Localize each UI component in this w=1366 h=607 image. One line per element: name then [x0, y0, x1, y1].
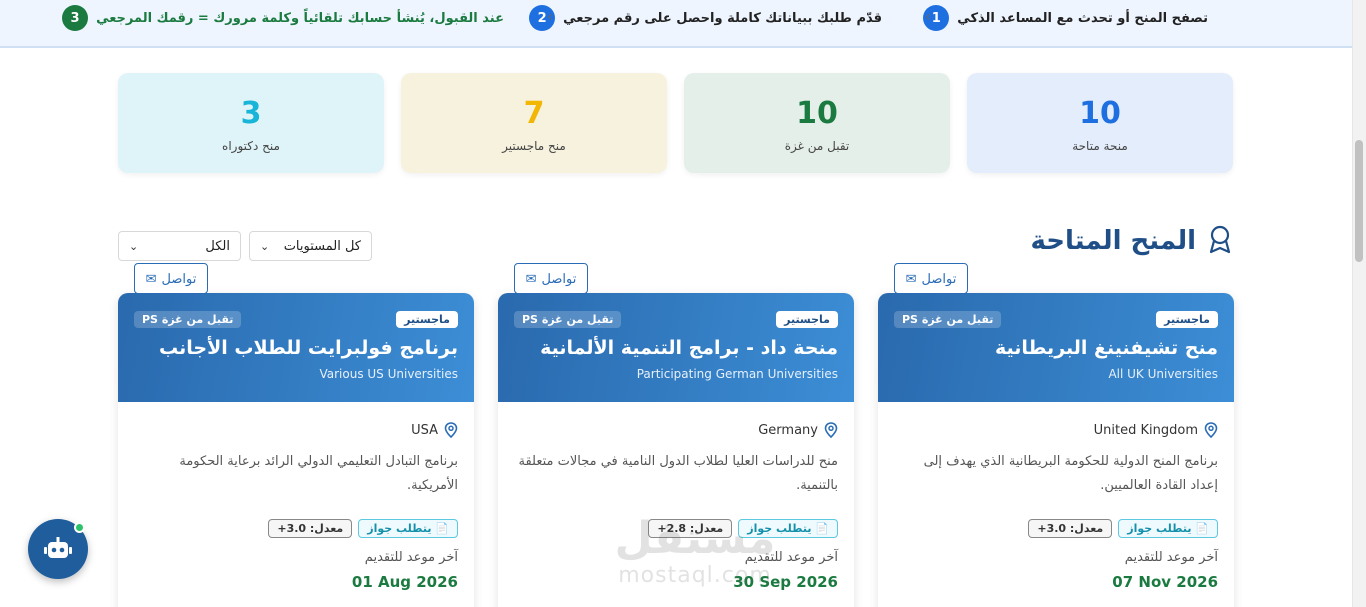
card-header: ماجستير PS تقبل من غزة منح تشيفنينغ البر…: [878, 293, 1234, 402]
deadline-label: آخر موعد للتقديم: [364, 550, 458, 565]
award-icon: [1206, 224, 1234, 258]
scholarship-card[interactable]: ماجستير PS تقبل من غزة منحة داد - برامج …: [498, 293, 854, 607]
deadline-date: 01 Aug 2026: [351, 573, 458, 591]
chevron-down-icon: ⌄: [129, 239, 139, 253]
scholarship-card[interactable]: ماجستير PS تقبل من غزة برنامج فولبرايت ل…: [118, 293, 474, 607]
step-text: عند القبول، يُنشأ حسابك تلقائياً وكلمة م…: [96, 10, 504, 26]
card-description: برنامج التبادل التعليمي الدولي الرائد بر…: [179, 454, 458, 493]
deadline-date: 07 Nov 2026: [1112, 573, 1218, 591]
card-country: United Kingdom: [1094, 422, 1218, 438]
chevron-down-icon: ⌄: [260, 239, 270, 253]
card-tags: 📄 يتطلب جواز معدل: 3.0+: [268, 519, 458, 538]
contact-button[interactable]: ✉ تواصل: [894, 263, 968, 294]
stat-available: 10 منحة متاحة: [967, 73, 1233, 173]
steps-bar: 1 تصفح المنح أو تحدث مع المساعد الذكي ‹ …: [0, 0, 1352, 48]
passport-tag: 📄 يتطلب جواز: [738, 519, 838, 538]
category-filter-select[interactable]: الكل ⌄: [118, 231, 241, 261]
stat-gaza: 10 تقبل من غزة: [684, 73, 950, 173]
card-title: برنامج فولبرايت للطلاب الأجانب: [159, 337, 458, 359]
stat-label: تقبل من غزة: [784, 139, 850, 153]
robot-icon: [44, 537, 72, 558]
step-text: تصفح المنح أو تحدث مع المساعد الذكي: [957, 10, 1208, 26]
card-country: Germany: [758, 422, 838, 438]
gpa-tag: معدل: 3.0+: [1028, 519, 1113, 538]
step-1: 1 تصفح المنح أو تحدث مع المساعد الذكي: [923, 5, 1208, 31]
mail-icon: ✉: [145, 270, 157, 286]
chevron-left-icon: ‹: [547, 9, 553, 25]
category-filter-value: الكل: [205, 238, 230, 254]
card-country: USA: [411, 422, 458, 438]
stat-masters: 7 منح ماجستير: [401, 73, 667, 173]
card-subtitle: Various US Universities: [319, 367, 458, 381]
chevron-left-icon: ‹: [925, 9, 931, 25]
stat-value: 7: [523, 96, 545, 131]
step-text: قدّم طلبك ببياناتك كاملة واحصل على رقم م…: [563, 10, 882, 26]
card-header: ماجستير PS تقبل من غزة برنامج فولبرايت ل…: [118, 293, 474, 402]
location-pin-icon: [824, 422, 838, 438]
deadline-label: آخر موعد للتقديم: [1124, 550, 1218, 565]
gaza-badge: PS تقبل من غزة: [134, 311, 242, 328]
card-subtitle: Participating German Universities: [636, 367, 838, 381]
gpa-tag: معدل: 2.8+: [648, 519, 733, 538]
chatbot-button[interactable]: [28, 519, 88, 579]
mail-icon: ✉: [905, 270, 917, 286]
contact-button[interactable]: ✉ تواصل: [514, 263, 588, 294]
stat-value: 10: [796, 96, 838, 131]
level-badge: ماجستير: [776, 311, 838, 328]
page-scrollbar[interactable]: [1352, 0, 1366, 607]
online-status-dot: [74, 522, 85, 533]
mail-icon: ✉: [525, 270, 537, 286]
step-2: 2 قدّم طلبك ببياناتك كاملة واحصل على رقم…: [529, 5, 882, 31]
passport-tag: 📄 يتطلب جواز: [1118, 519, 1218, 538]
level-badge: ماجستير: [1156, 311, 1218, 328]
location-pin-icon: [444, 422, 458, 438]
stat-label: منح ماجستير: [502, 139, 566, 153]
level-filter-value: كل المستويات: [283, 238, 361, 254]
card-title: منحة داد - برامج التنمية الألمانية: [540, 337, 838, 359]
step-3: 3 عند القبول، يُنشأ حسابك تلقائياً وكلمة…: [62, 5, 504, 31]
level-filter-select[interactable]: كل المستويات ⌄: [249, 231, 372, 261]
location-pin-icon: [1204, 422, 1218, 438]
gaza-badge: PS تقبل من غزة: [894, 311, 1002, 328]
stat-value: 3: [240, 96, 262, 131]
page-title: المنح المتاحة: [1030, 226, 1197, 256]
passport-tag: 📄 يتطلب جواز: [358, 519, 458, 538]
card-tags: 📄 يتطلب جواز معدل: 2.8+: [648, 519, 838, 538]
stat-label: منحة متاحة: [1072, 139, 1128, 153]
card-title: منح تشيفنينغ البريطانية: [995, 337, 1218, 359]
card-description: منح للدراسات العليا لطلاب الدول النامية …: [518, 454, 838, 493]
deadline-label: آخر موعد للتقديم: [744, 550, 838, 565]
stat-phd: 3 منح دكتوراه: [118, 73, 384, 173]
stat-label: منح دكتوراه: [222, 139, 280, 153]
scrollbar-thumb[interactable]: [1355, 140, 1363, 262]
gpa-tag: معدل: 3.0+: [268, 519, 353, 538]
card-tags: 📄 يتطلب جواز معدل: 3.0+: [1028, 519, 1218, 538]
card-description: برنامج المنح الدولية للحكومة البريطانية …: [923, 454, 1218, 493]
level-badge: ماجستير: [396, 311, 458, 328]
gaza-badge: PS تقبل من غزة: [514, 311, 622, 328]
step-number: 3: [62, 5, 89, 31]
card-subtitle: All UK Universities: [1108, 367, 1218, 381]
scholarship-card[interactable]: ماجستير PS تقبل من غزة منح تشيفنينغ البر…: [878, 293, 1234, 607]
contact-button[interactable]: ✉ تواصل: [134, 263, 208, 294]
card-header: ماجستير PS تقبل من غزة منحة داد - برامج …: [498, 293, 854, 402]
deadline-date: 30 Sep 2026: [733, 573, 838, 591]
stat-value: 10: [1079, 96, 1121, 131]
section-header: المنح المتاحة: [1031, 224, 1235, 258]
